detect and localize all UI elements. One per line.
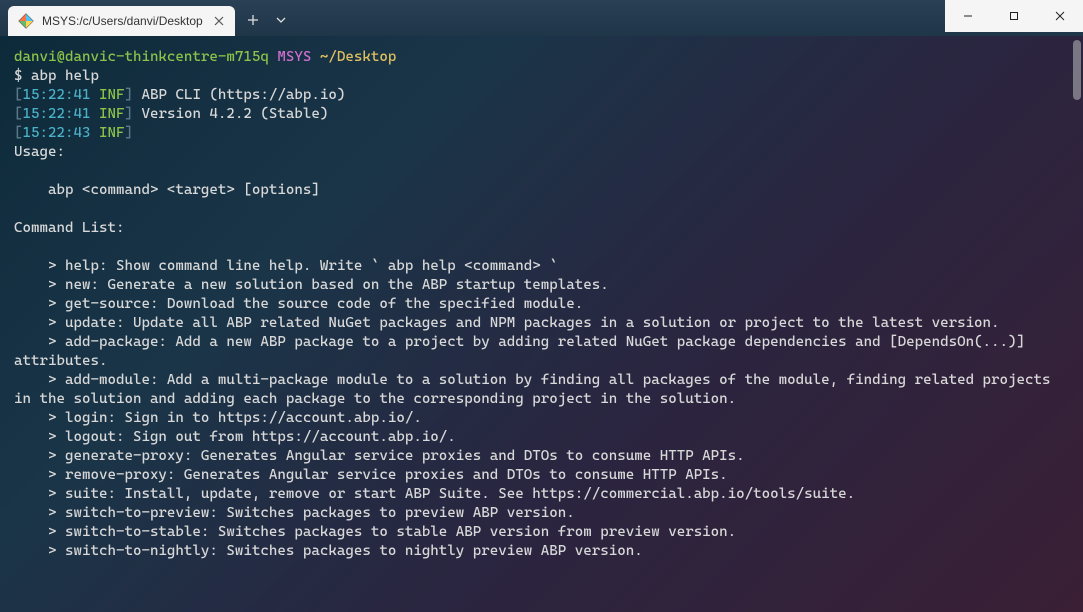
cmd-suite: > suite: Install, update, remove or star… [14,486,855,502]
cmd-new: > new: Generate a new solution based on … [14,277,609,293]
log-level-2: INF [99,106,125,122]
command-text: abp help [31,68,99,84]
usage-line: abp <command> <target> [options] [14,182,320,198]
terminal-tab[interactable]: MSYS:/c/Users/danvi/Desktop [8,6,235,36]
log-text-2: Version 4.2.2 (Stable) [133,106,328,122]
close-tab-icon[interactable] [211,13,227,29]
log-level-3: INF [99,125,125,141]
log-text-1: ABP CLI (https://abp.io) [133,87,345,103]
terminal-content: danvi@danvic-thinkcentre-m715q MSYS ~/De… [14,48,1069,561]
close-window-button[interactable] [1037,0,1083,32]
cmd-get-source: > get-source: Download the source code o… [14,296,583,312]
tab-dropdown-button[interactable] [267,6,295,34]
tabs-area: MSYS:/c/Users/danvi/Desktop [0,0,295,36]
terminal-viewport[interactable]: danvi@danvic-thinkcentre-m715q MSYS ~/De… [0,36,1083,612]
log-level-1: INF [99,87,125,103]
new-tab-button[interactable] [239,6,267,34]
usage-header: Usage: [14,144,65,160]
tab-title: MSYS:/c/Users/danvi/Desktop [42,14,203,28]
window-titlebar: MSYS:/c/Users/danvi/Desktop [0,0,1083,36]
log-time-3: 15:22:43 [23,125,91,141]
scrollbar-thumb[interactable] [1073,40,1081,100]
msys-diamond-icon [18,13,34,29]
prompt-user-host: danvi@danvic-thinkcentre-m715q [14,49,269,65]
cmd-switch-to-nightly: > switch-to-nightly: Switches packages t… [14,543,643,559]
cmd-help: > help: Show command line help. Write ` … [14,258,558,274]
window-controls [945,0,1083,32]
minimize-button[interactable] [945,0,991,32]
prompt-symbol: $ [14,68,23,84]
cmd-switch-to-preview: > switch-to-preview: Switches packages t… [14,505,575,521]
prompt-shell: MSYS [277,49,311,65]
cmd-remove-proxy: > remove-proxy: Generates Angular servic… [14,467,728,483]
log-time-2: 15:22:41 [23,106,91,122]
cmd-update: > update: Update all ABP related NuGet p… [14,315,1000,331]
cmd-generate-proxy: > generate-proxy: Generates Angular serv… [14,448,745,464]
command-list-header: Command List: [14,220,124,236]
cmd-switch-to-stable: > switch-to-stable: Switches packages to… [14,524,736,540]
log-time-1: 15:22:41 [23,87,91,103]
cmd-add-package: > add-package: Add a new ABP package to … [14,334,1034,369]
cmd-logout: > logout: Sign out from https://account.… [14,429,456,445]
cmd-add-module: > add-module: Add a multi-package module… [14,372,1059,407]
cmd-login: > login: Sign in to https://account.abp.… [14,410,422,426]
prompt-cwd: ~/Desktop [320,49,396,65]
maximize-button[interactable] [991,0,1037,32]
